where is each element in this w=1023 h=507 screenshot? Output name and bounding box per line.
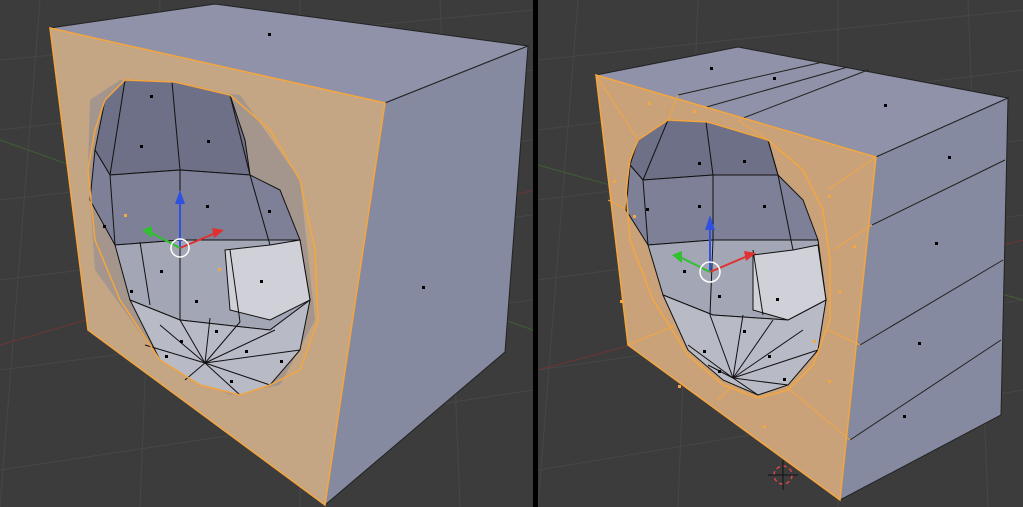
viewport-right[interactable]	[538, 0, 1023, 507]
viewport-right-canvas[interactable]	[538, 0, 1023, 507]
viewport-left-canvas[interactable]	[0, 0, 533, 507]
viewport-left[interactable]	[0, 0, 533, 507]
